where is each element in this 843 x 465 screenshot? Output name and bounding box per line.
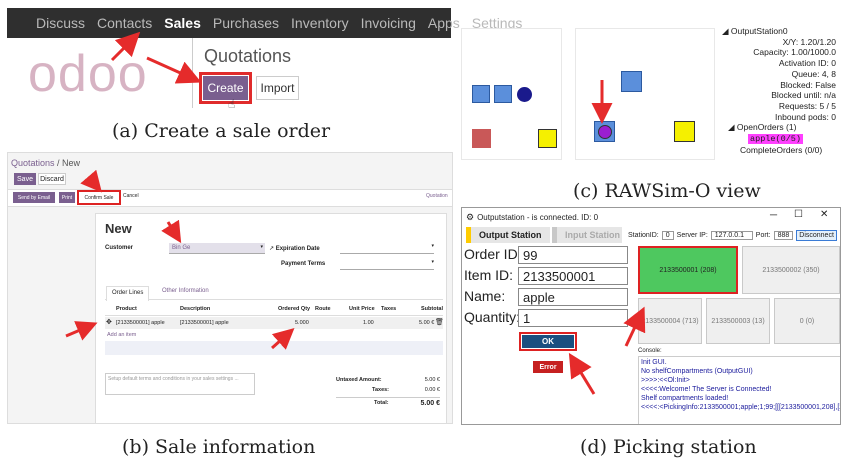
quantity-label: Quantity:: [464, 309, 521, 325]
panel-d-arrows: [568, 306, 646, 395]
property-capacity: Capacity: 1.00/1000.0: [753, 47, 836, 58]
property-list: X/Y: 1.20/1.20 Capacity: 1.00/1000.0 Act…: [722, 37, 840, 123]
arrow-to-tile: [623, 306, 646, 347]
rawsim-left-view: [461, 28, 562, 160]
item-id-label: Item ID:: [464, 267, 514, 283]
console-line: <<<<:Welcome! The Server is Connected!: [641, 386, 772, 393]
storage-cell: [472, 129, 491, 148]
compartment-tile[interactable]: 0 (0): [774, 298, 840, 344]
complete-orders-node[interactable]: CompleteOrders (0/0): [722, 145, 840, 156]
disconnect-button[interactable]: Disconnect: [796, 229, 837, 241]
window-title: Outputstation - is connected. ID: 0: [477, 212, 599, 222]
server-ip-label: Server IP:: [676, 231, 708, 239]
tree-root[interactable]: ◢ OutputStation0: [722, 26, 840, 37]
robot: [517, 87, 532, 102]
tree-expand-icon[interactable]: ◢: [728, 122, 737, 132]
caption-c: (c) RAWSim-O view: [573, 180, 761, 202]
connection-bar: StationID: 0 Server IP: 127.0.0.1 Port: …: [628, 228, 840, 242]
error-button[interactable]: Error: [533, 361, 563, 373]
property-requests: Requests: 5 / 5: [778, 100, 836, 111]
property-activation-id: Activation ID: 0: [778, 58, 836, 69]
item-id-field[interactable]: 2133500001: [518, 267, 628, 285]
output-station: [674, 121, 695, 142]
port-label: Port:: [755, 231, 771, 239]
app-icon: ⚙: [466, 211, 475, 222]
total-label: Total:: [374, 400, 389, 406]
untaxed-label: Untaxed Amount:: [336, 377, 382, 383]
order-id-field[interactable]: 99: [518, 246, 628, 264]
input-tab-marker: [552, 227, 557, 243]
property-xy: X/Y: 1.20/1.20: [782, 36, 836, 47]
tab-input-station[interactable]: Input Station: [552, 227, 622, 243]
arrow-to-product: [65, 321, 98, 341]
compartment-tile-active[interactable]: 2133500001 (208): [638, 246, 738, 294]
panel-a-arrows: [110, 31, 202, 84]
open-orders-node[interactable]: ◢ OpenOrders (1): [722, 122, 840, 133]
console-line: <<<<:<PickingInfo:2133500001;apple;1;99;…: [641, 404, 841, 411]
pod: [621, 71, 642, 92]
property-blocked-until: Blocked until: n/a: [771, 90, 836, 101]
maximize-icon[interactable]: ☐: [794, 209, 803, 220]
minimize-icon[interactable]: ─: [770, 210, 777, 221]
tab-output-station[interactable]: Output Station: [466, 227, 550, 243]
arrow-to-customer: [161, 219, 182, 244]
taxes-value: 0.00 €: [424, 387, 440, 393]
console-line: Shelf compartments loaded!: [641, 395, 729, 402]
arrow-to-create: [146, 56, 202, 84]
name-label: Name:: [464, 288, 506, 304]
station-tree: ◢ OutputStation0 X/Y: 1.20/1.20 Capacity…: [722, 26, 840, 155]
untaxed-value: 5.00 €: [424, 377, 440, 383]
console-line: No shelfCompartments (OutputGUI): [641, 368, 753, 375]
compartment-tile[interactable]: 2133500002 (350): [742, 246, 840, 294]
property-blocked: Blocked: False: [780, 79, 836, 90]
station-id-field[interactable]: 0: [661, 230, 674, 240]
totals: Untaxed Amount: 5.00 € Taxes: 0.00 € Total…: [336, 377, 440, 407]
pod: [494, 85, 512, 103]
port-field[interactable]: 888: [773, 230, 794, 240]
order-item[interactable]: apple(0/5): [722, 133, 840, 145]
total-value: 5.00 €: [420, 400, 440, 407]
order-id-label: Order ID:: [464, 246, 522, 262]
caption-a: (a) Create a sale order: [112, 120, 331, 142]
output-station: [538, 129, 557, 148]
taxes-label: Taxes:: [372, 387, 390, 393]
property-queue: Queue: 4, 8: [791, 68, 836, 79]
caption-b: (b) Sale information: [122, 436, 316, 458]
terms-placeholder: Setup default terms and conditions in yo…: [108, 376, 239, 382]
station-id-label: StationID:: [628, 231, 659, 239]
arrow-to-sales: [110, 31, 141, 62]
arrow-to-ok: [568, 352, 596, 395]
output-tab-marker: [466, 227, 471, 243]
close-icon[interactable]: ✕: [820, 209, 828, 220]
console-line: Init GUI.: [641, 359, 667, 366]
panel-c-arrow: [591, 80, 613, 124]
terms-textarea[interactable]: Setup default terms and conditions in yo…: [105, 373, 255, 395]
console-line: >>>>:<<Ol:Init>: [641, 377, 690, 384]
compartment-tile[interactable]: 2133500003 (13): [706, 298, 770, 344]
server-ip-field[interactable]: 127.0.0.1: [710, 230, 753, 240]
pod: [472, 85, 490, 103]
property-inbound-pods: Inbound pods: 0: [775, 111, 836, 122]
console-log[interactable]: Init GUI. No shelfCompartments (OutputGU…: [638, 356, 841, 424]
tree-expand-icon[interactable]: ◢: [722, 26, 731, 36]
window-titlebar: ⚙ Outputstation - is connected. ID: 0 ─ …: [462, 208, 840, 226]
arrow-to-qty: [271, 328, 295, 350]
arrow-to-confirm: [80, 169, 102, 193]
panel-b-arrows: [65, 169, 295, 350]
caption-d: (d) Picking station: [580, 436, 757, 458]
